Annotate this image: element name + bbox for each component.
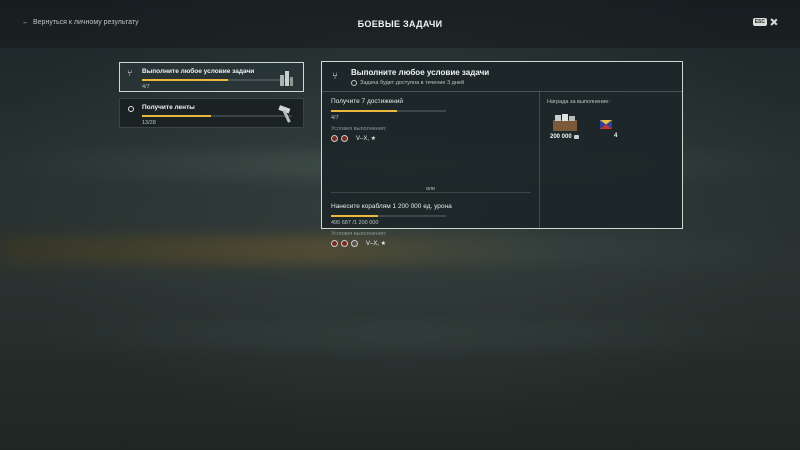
- condition-damage: Нанесите кораблям 1 200 000 ед. урона 49…: [331, 203, 452, 247]
- split-icon: ⑂: [127, 68, 133, 78]
- condition-progress-fill: [331, 110, 397, 112]
- esc-key-badge: ESC: [752, 18, 767, 26]
- circle-icon: [128, 106, 134, 112]
- divider: [331, 192, 531, 193]
- conditions-column: Получите 7 достижений 4/7 Условия выполн…: [322, 91, 539, 247]
- task-item-ribbons[interactable]: Получите ленты 13/28: [119, 98, 304, 128]
- page-title: БОЕВЫЕ ЗАДАЧИ: [357, 19, 443, 29]
- mode-icon: [351, 239, 358, 247]
- trophy-icon: [280, 71, 293, 86]
- tier-range: V–X, ★: [366, 240, 387, 247]
- signal-flag-icon: [600, 120, 612, 129]
- mode-icon: [341, 239, 348, 247]
- condition-progress-text: 495 687 /1 200 000: [331, 219, 379, 226]
- credits-amount: 200 000: [550, 134, 572, 140]
- clock-icon: [351, 80, 357, 86]
- condition-requirements: V–X, ★: [331, 134, 446, 142]
- condition-progress-bar: [331, 110, 446, 112]
- task-progress-text: 13/28: [142, 120, 156, 126]
- task-name: Выполните любое условие задачи: [142, 68, 255, 75]
- detail-title: Выполните любое условие задачи: [351, 68, 490, 77]
- rewards-column: Награда за выполнение: 200 000 4: [539, 91, 683, 228]
- flags-amount: 4: [614, 133, 618, 139]
- condition-title: Получите 7 достижений: [331, 98, 404, 105]
- availability-note: Задача будет доступна в течение 3 дней: [351, 80, 464, 86]
- condition-progress-fill: [331, 215, 379, 217]
- reward-label: Награда за выполнение:: [547, 99, 610, 105]
- task-progress-bar: [142, 79, 292, 81]
- hammer-icon: [278, 105, 291, 123]
- condition-title: Нанесите кораблям 1 200 000 ед. урона: [331, 203, 452, 210]
- close-icon: [770, 18, 778, 26]
- condition-progress-bar: [331, 215, 446, 217]
- credits-reward: 200 000: [550, 134, 579, 140]
- task-progress-fill: [142, 115, 211, 117]
- condition-requirements: V–X, ★: [331, 239, 452, 247]
- condition-requirements-label: Условия выполнения:: [331, 230, 387, 237]
- tier-range: V–X, ★: [356, 135, 377, 142]
- task-detail-panel: ⑂ Выполните любое условие задачи Задача …: [321, 61, 683, 247]
- mode-icon: [331, 239, 338, 247]
- task-progress-bar: [142, 115, 292, 117]
- condition-achievements: Получите 7 достижений 4/7 Условия выполн…: [331, 98, 446, 142]
- split-icon: ⑂: [332, 71, 338, 82]
- condition-requirements-label: Условия выполнения:: [331, 125, 387, 132]
- task-name: Получите ленты: [142, 104, 195, 111]
- coin-icon: [573, 135, 579, 139]
- top-bar: ← Вернуться к личному результату БОЕВЫЕ …: [0, 0, 800, 48]
- mode-icon: [341, 134, 348, 142]
- close-button[interactable]: ESC: [752, 18, 778, 26]
- task-progress-text: 4/7: [142, 84, 150, 90]
- credits-icon: [553, 114, 577, 131]
- detail-header: ⑂ Выполните любое условие задачи Задача …: [322, 62, 682, 92]
- mode-icon: [331, 134, 338, 142]
- task-progress-fill: [142, 79, 228, 81]
- task-item-any-condition[interactable]: ⑂ Выполните любое условие задачи 4/7: [119, 62, 304, 92]
- availability-text: Задача будет доступна в течение 3 дней: [360, 80, 465, 86]
- condition-progress-text: 4/7: [331, 114, 339, 121]
